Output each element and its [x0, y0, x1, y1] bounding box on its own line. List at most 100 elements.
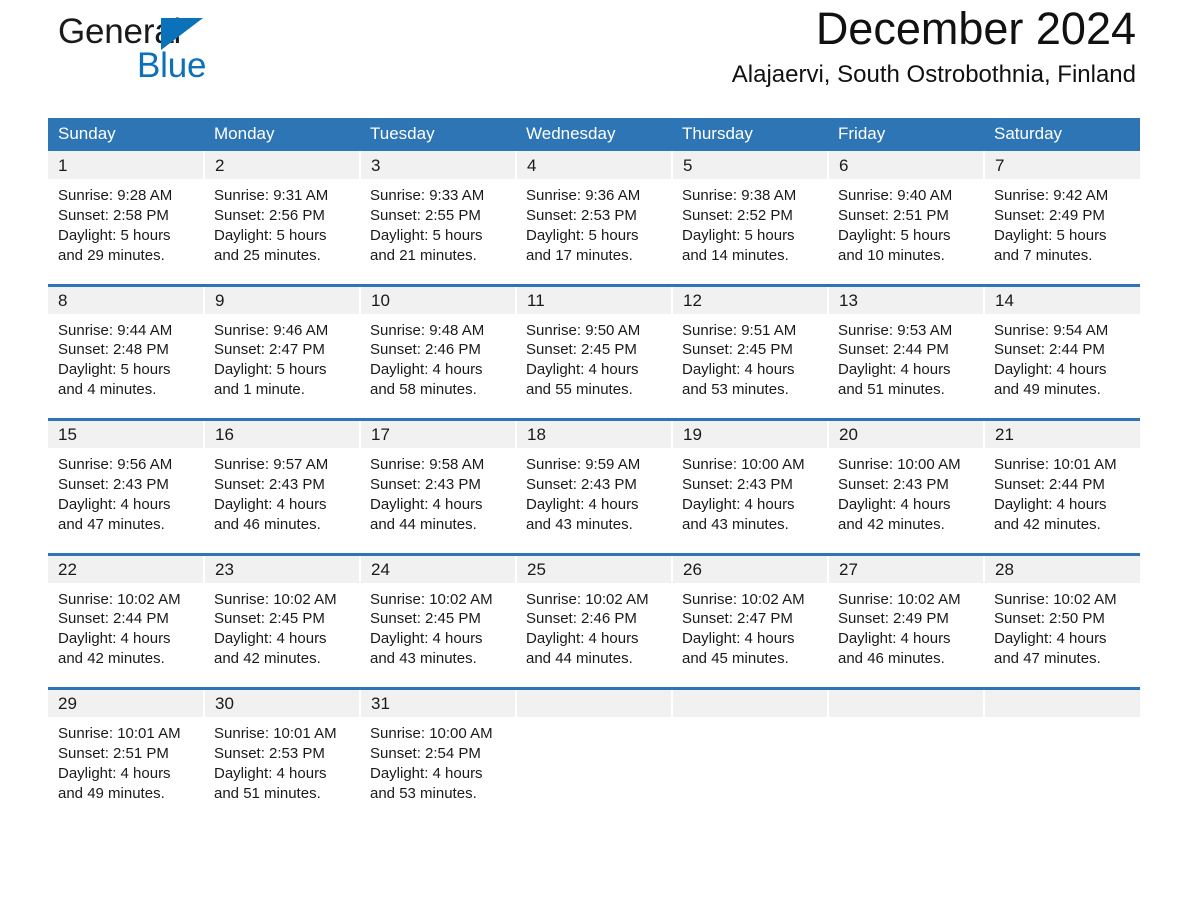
daylight-line-1: Daylight: 5 hours [214, 226, 327, 244]
day-number-row: 15 16 17 18 19 20 21 [48, 418, 1140, 448]
day-cell[interactable]: Sunrise: 10:00 AM Sunset: 2:43 PM Daylig… [672, 448, 828, 554]
day-cell[interactable]: Sunrise: 9:38 AM Sunset: 2:52 PM Dayligh… [672, 179, 828, 285]
daylight-line-1: Daylight: 5 hours [526, 226, 639, 244]
sunset-line: Sunset: 2:44 PM [994, 341, 1105, 359]
daylight-line-1: Daylight: 4 hours [370, 630, 483, 648]
day-number[interactable]: 28 [984, 552, 1140, 583]
day-number[interactable]: 19 [672, 418, 829, 448]
daylight-line-2: and 51 minutes. [838, 381, 945, 399]
sunset-line: Sunset: 2:43 PM [370, 475, 481, 493]
day-number[interactable]: 22 [48, 552, 205, 583]
day-number[interactable]: 6 [828, 151, 985, 179]
day-detail-row: Sunrise: 10:01 AM Sunset: 2:51 PM Daylig… [48, 717, 1140, 817]
day-number[interactable]: 12 [672, 283, 829, 314]
sunset-line: Sunset: 2:55 PM [370, 206, 481, 224]
day-number[interactable]: 2 [204, 151, 361, 179]
day-cell[interactable]: Sunrise: 9:59 AM Sunset: 2:43 PM Dayligh… [516, 448, 672, 554]
daylight-line-2: and 42 minutes. [58, 650, 165, 668]
day-number[interactable]: 27 [828, 552, 985, 583]
day-cell[interactable]: Sunrise: 10:02 AM Sunset: 2:47 PM Daylig… [672, 582, 828, 689]
day-cell[interactable]: Sunrise: 10:00 AM Sunset: 2:43 PM Daylig… [828, 448, 984, 554]
sunset-line: Sunset: 2:45 PM [370, 610, 481, 628]
daylight-line-1: Daylight: 4 hours [214, 495, 327, 513]
day-detail-row: Sunrise: 9:44 AM Sunset: 2:48 PM Dayligh… [48, 313, 1140, 420]
day-number[interactable]: 10 [360, 283, 517, 314]
day-cell[interactable]: Sunrise: 10:02 AM Sunset: 2:45 PM Daylig… [204, 582, 360, 689]
day-cell[interactable]: Sunrise: 10:01 AM Sunset: 2:53 PM Daylig… [204, 717, 360, 817]
day-number[interactable]: 9 [204, 283, 361, 314]
day-cell[interactable]: Sunrise: 9:40 AM Sunset: 2:51 PM Dayligh… [828, 179, 984, 285]
day-cell[interactable]: Sunrise: 9:50 AM Sunset: 2:45 PM Dayligh… [516, 313, 672, 420]
day-cell[interactable]: Sunrise: 10:02 AM Sunset: 2:50 PM Daylig… [984, 582, 1140, 689]
sunset-line: Sunset: 2:47 PM [682, 610, 793, 628]
sunrise-sunset-calendar: Sunday Monday Tuesday Wednesday Thursday… [48, 118, 1140, 817]
day-number[interactable]: 18 [516, 418, 673, 448]
day-number[interactable]: 31 [360, 687, 517, 717]
day-cell[interactable]: Sunrise: 10:02 AM Sunset: 2:44 PM Daylig… [48, 582, 204, 689]
day-cell[interactable]: Sunrise: 9:31 AM Sunset: 2:56 PM Dayligh… [204, 179, 360, 285]
day-cell[interactable]: Sunrise: 10:01 AM Sunset: 2:44 PM Daylig… [984, 448, 1140, 554]
daylight-line-2: and 29 minutes. [58, 246, 165, 264]
day-cell[interactable]: Sunrise: 9:46 AM Sunset: 2:47 PM Dayligh… [204, 313, 360, 420]
day-number[interactable]: 4 [516, 151, 673, 179]
daylight-line-2: and 7 minutes. [994, 246, 1093, 264]
sunset-line: Sunset: 2:51 PM [58, 744, 169, 762]
daylight-line-1: Daylight: 4 hours [682, 630, 795, 648]
sunset-line: Sunset: 2:43 PM [214, 475, 325, 493]
day-number[interactable]: 1 [48, 151, 205, 179]
day-cell[interactable]: Sunrise: 9:44 AM Sunset: 2:48 PM Dayligh… [48, 313, 204, 420]
day-cell[interactable]: Sunrise: 10:00 AM Sunset: 2:54 PM Daylig… [360, 717, 516, 817]
daylight-line-1: Daylight: 4 hours [994, 495, 1107, 513]
day-number[interactable]: 30 [204, 687, 361, 717]
sunrise-line: Sunrise: 10:01 AM [58, 725, 181, 742]
day-cell[interactable]: Sunrise: 9:51 AM Sunset: 2:45 PM Dayligh… [672, 313, 828, 420]
day-cell[interactable]: Sunrise: 9:53 AM Sunset: 2:44 PM Dayligh… [828, 313, 984, 420]
day-number[interactable]: 13 [828, 283, 985, 314]
day-number[interactable]: 26 [672, 552, 829, 583]
day-number[interactable]: 15 [48, 418, 205, 448]
day-cell[interactable]: Sunrise: 10:02 AM Sunset: 2:45 PM Daylig… [360, 582, 516, 689]
day-cell[interactable]: Sunrise: 9:54 AM Sunset: 2:44 PM Dayligh… [984, 313, 1140, 420]
day-number[interactable]: 23 [204, 552, 361, 583]
day-number[interactable]: 7 [984, 151, 1140, 179]
day-number[interactable]: 21 [984, 418, 1140, 448]
day-cell[interactable]: Sunrise: 9:58 AM Sunset: 2:43 PM Dayligh… [360, 448, 516, 554]
day-cell[interactable]: Sunrise: 9:28 AM Sunset: 2:58 PM Dayligh… [48, 179, 204, 285]
day-cell[interactable]: Sunrise: 10:02 AM Sunset: 2:46 PM Daylig… [516, 582, 672, 689]
sunset-line: Sunset: 2:44 PM [58, 610, 169, 628]
day-cell[interactable]: Sunrise: 9:57 AM Sunset: 2:43 PM Dayligh… [204, 448, 360, 554]
sunrise-line: Sunrise: 9:42 AM [994, 187, 1109, 204]
daylight-line-2: and 10 minutes. [838, 246, 945, 264]
daylight-line-2: and 51 minutes. [214, 784, 321, 802]
day-number-empty [672, 687, 829, 717]
day-number[interactable]: 24 [360, 552, 517, 583]
day-number[interactable]: 25 [516, 552, 673, 583]
day-cell[interactable]: Sunrise: 9:33 AM Sunset: 2:55 PM Dayligh… [360, 179, 516, 285]
daylight-line-1: Daylight: 4 hours [682, 361, 795, 379]
day-number[interactable]: 17 [360, 418, 517, 448]
general-blue-logo[interactable]: General Blue [58, 14, 358, 100]
day-cell[interactable]: Sunrise: 9:48 AM Sunset: 2:46 PM Dayligh… [360, 313, 516, 420]
sunrise-line: Sunrise: 10:01 AM [214, 725, 337, 742]
day-number[interactable]: 29 [48, 687, 205, 717]
day-number[interactable]: 8 [48, 283, 205, 314]
day-number-row: 22 23 24 25 26 27 28 [48, 552, 1140, 583]
day-number[interactable]: 16 [204, 418, 361, 448]
day-number[interactable]: 5 [672, 151, 829, 179]
day-cell[interactable]: Sunrise: 10:02 AM Sunset: 2:49 PM Daylig… [828, 582, 984, 689]
daylight-line-2: and 21 minutes. [370, 246, 477, 264]
day-cell[interactable]: Sunrise: 9:42 AM Sunset: 2:49 PM Dayligh… [984, 179, 1140, 285]
sunrise-line: Sunrise: 9:57 AM [214, 456, 329, 473]
day-number[interactable]: 11 [516, 283, 673, 314]
day-cell[interactable]: Sunrise: 10:01 AM Sunset: 2:51 PM Daylig… [48, 717, 204, 817]
day-cell[interactable]: Sunrise: 9:36 AM Sunset: 2:53 PM Dayligh… [516, 179, 672, 285]
daylight-line-1: Daylight: 4 hours [214, 764, 327, 782]
daylight-line-2: and 4 minutes. [58, 381, 157, 399]
day-number[interactable]: 14 [984, 283, 1140, 314]
day-number[interactable]: 3 [360, 151, 517, 179]
sunset-line: Sunset: 2:45 PM [682, 341, 793, 359]
day-cell-empty [984, 717, 1140, 817]
day-number[interactable]: 20 [828, 418, 985, 448]
sunset-line: Sunset: 2:46 PM [370, 341, 481, 359]
day-cell[interactable]: Sunrise: 9:56 AM Sunset: 2:43 PM Dayligh… [48, 448, 204, 554]
